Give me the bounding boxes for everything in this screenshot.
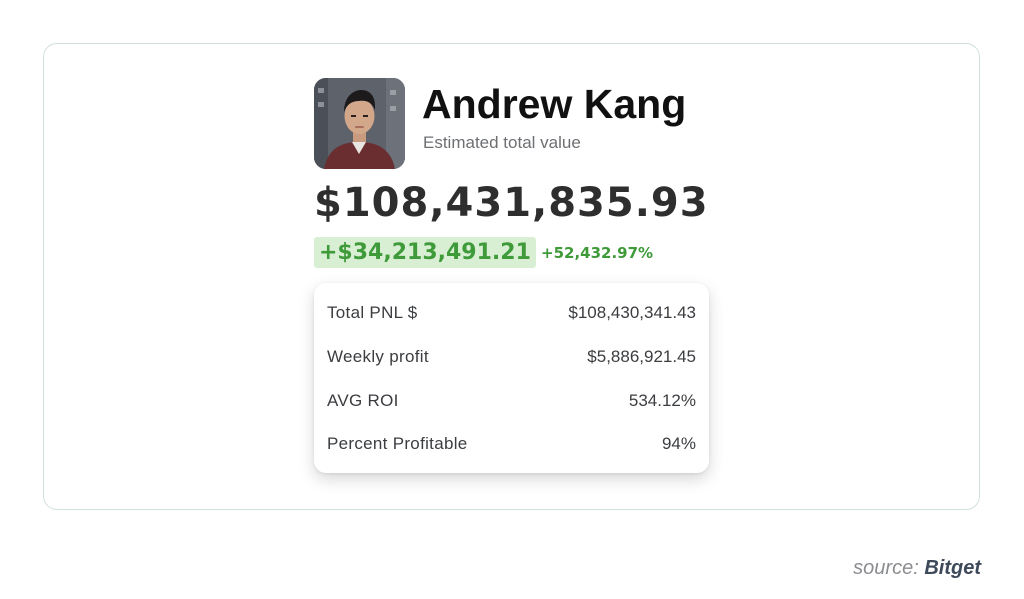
profile-name: Andrew Kang: [422, 81, 687, 127]
stat-label: Weekly profit: [327, 347, 429, 366]
source-brand: Bitget: [924, 557, 981, 579]
stat-row-avg-roi: AVG ROI 534.12%: [327, 389, 696, 413]
total-value: $108,431,835.93: [314, 180, 709, 226]
stat-value: $5,886,921.45: [587, 347, 696, 366]
stat-row-total-pnl: Total PNL $ $108,430,341.43: [327, 301, 696, 325]
source-credit: source: Bitget: [853, 555, 981, 581]
stat-row-percent-profitable: Percent Profitable 94%: [327, 432, 696, 456]
stat-value: 534.12%: [628, 391, 696, 410]
stat-label: AVG ROI: [327, 391, 399, 410]
change-amount-badge: +$34,213,491.21: [314, 237, 536, 268]
change-percent: +52,432.97%: [541, 244, 654, 262]
profile-photo-icon: [314, 78, 405, 169]
avatar: [314, 78, 405, 169]
stat-value: $108,430,341.43: [568, 303, 696, 322]
stat-label: Percent Profitable: [327, 434, 468, 453]
profile-subtitle: Estimated total value: [423, 133, 581, 152]
stat-label: Total PNL $: [327, 303, 418, 322]
stats-card: Total PNL $ $108,430,341.43 Weekly profi…: [314, 283, 709, 473]
source-prefix: source:: [853, 557, 919, 579]
stat-row-weekly-profit: Weekly profit $5,886,921.45: [327, 345, 696, 369]
stat-value: 94%: [661, 434, 696, 453]
